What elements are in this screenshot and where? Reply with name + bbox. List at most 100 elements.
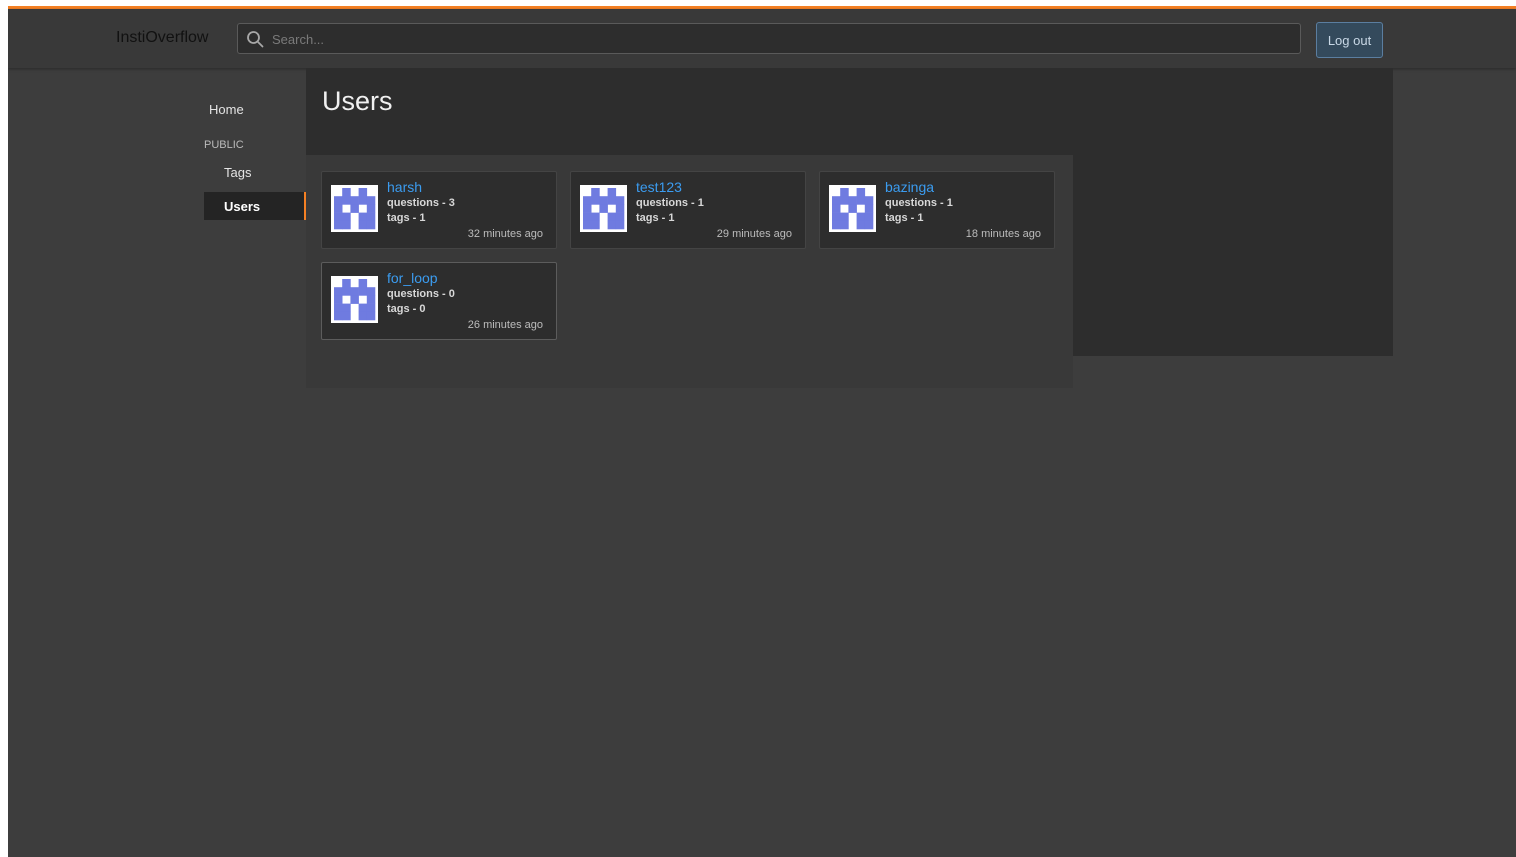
top-navbar: InstiOverflow Log out: [8, 9, 1516, 68]
identicon-cell: [342, 287, 351, 296]
identicon-cell: [342, 212, 351, 222]
identicon-cell: [840, 212, 849, 222]
identicon-cell: [840, 220, 849, 230]
identicon-cell: [358, 220, 368, 230]
identicon-cell: [607, 212, 617, 222]
user-grid: harsh questions - 3 tags - 1 32 minutes …: [306, 155, 1073, 388]
sidebar-item-users[interactable]: Users: [204, 192, 307, 220]
identicon-cell: [832, 204, 841, 213]
identicon-cell: [864, 212, 874, 222]
identicon-cell: [864, 204, 874, 213]
identicon-cell: [358, 303, 368, 313]
identicon-cell: [615, 212, 625, 222]
identicon-icon: [832, 188, 874, 230]
avatar[interactable]: [829, 185, 876, 232]
identicon-cell: [342, 188, 351, 197]
user-name-link[interactable]: harsh: [387, 179, 422, 195]
search-box[interactable]: [237, 23, 1301, 54]
avatar[interactable]: [331, 276, 378, 323]
identicon-cell: [366, 311, 376, 321]
identicon-cell: [615, 196, 625, 205]
search-input[interactable]: [270, 27, 1294, 52]
identicon-cell: [607, 220, 617, 230]
identicon-cell: [615, 220, 625, 230]
identicon-cell: [607, 196, 617, 205]
sidebar-item-tags[interactable]: Tags: [224, 165, 251, 180]
identicon-cell: [840, 188, 849, 197]
identicon-cell: [350, 196, 359, 205]
identicon-cell: [342, 196, 351, 205]
user-questions-count: questions - 1: [885, 197, 953, 209]
identicon-cell: [342, 279, 351, 288]
identicon-cell: [840, 196, 849, 205]
identicon-cell: [334, 212, 343, 222]
user-tags-count: tags - 1: [885, 212, 924, 224]
identicon-cell: [366, 204, 376, 213]
user-tags-count: tags - 0: [387, 303, 426, 315]
identicon-icon: [583, 188, 625, 230]
user-joined-time: 26 minutes ago: [467, 319, 543, 331]
identicon-cell: [591, 220, 600, 230]
user-name-link[interactable]: for_loop: [387, 270, 438, 286]
identicon-cell: [350, 287, 359, 296]
app-logo[interactable]: InstiOverflow: [116, 29, 208, 47]
identicon-cell: [848, 204, 857, 213]
user-card: test123 questions - 1 tags - 1 29 minute…: [570, 171, 806, 249]
identicon-cell: [334, 303, 343, 313]
app-frame: InstiOverflow Log out Home PUBLIC Tags U…: [8, 6, 1516, 857]
identicon-cell: [342, 303, 351, 313]
logout-button[interactable]: Log out: [1316, 22, 1383, 58]
identicon-icon: [334, 188, 376, 230]
user-joined-time: 32 minutes ago: [467, 228, 543, 240]
avatar[interactable]: [331, 185, 378, 232]
user-questions-count: questions - 0: [387, 288, 455, 300]
identicon-cell: [358, 188, 368, 197]
user-name-link[interactable]: test123: [636, 179, 682, 195]
identicon-cell: [342, 311, 351, 321]
user-name-link[interactable]: bazinga: [885, 179, 934, 195]
page-title: Users: [322, 86, 393, 116]
identicon-cell: [591, 212, 600, 222]
identicon-cell: [856, 188, 866, 197]
identicon-cell: [591, 196, 600, 205]
identicon-cell: [832, 196, 841, 205]
identicon-cell: [334, 204, 343, 213]
identicon-cell: [832, 220, 841, 230]
identicon-cell: [856, 212, 866, 222]
sidebar-item-home[interactable]: Home: [209, 102, 244, 117]
identicon-cell: [615, 204, 625, 213]
identicon-cell: [607, 188, 617, 197]
identicon-cell: [583, 196, 592, 205]
identicon-cell: [358, 196, 368, 205]
identicon-cell: [832, 212, 841, 222]
identicon-cell: [334, 196, 343, 205]
identicon-cell: [583, 212, 592, 222]
identicon-cell: [366, 212, 376, 222]
identicon-cell: [334, 220, 343, 230]
identicon-cell: [366, 295, 376, 304]
identicon-cell: [350, 295, 359, 304]
identicon-cell: [864, 220, 874, 230]
user-card: for_loop questions - 0 tags - 0 26 minut…: [321, 262, 557, 340]
sidebar-item-label: Users: [224, 199, 261, 214]
user-tags-count: tags - 1: [636, 212, 675, 224]
identicon-cell: [342, 220, 351, 230]
identicon-cell: [366, 287, 376, 296]
identicon-cell: [366, 196, 376, 205]
identicon-cell: [583, 204, 592, 213]
identicon-cell: [358, 212, 368, 222]
identicon-cell: [599, 196, 608, 205]
avatar[interactable]: [580, 185, 627, 232]
user-card: harsh questions - 3 tags - 1 32 minutes …: [321, 171, 557, 249]
user-questions-count: questions - 1: [636, 197, 704, 209]
identicon-cell: [848, 196, 857, 205]
identicon-cell: [334, 295, 343, 304]
identicon-cell: [856, 196, 866, 205]
identicon-cell: [583, 220, 592, 230]
identicon-cell: [358, 311, 368, 321]
user-tags-count: tags - 1: [387, 212, 426, 224]
identicon-cell: [864, 196, 874, 205]
identicon-cell: [856, 220, 866, 230]
identicon-cell: [334, 287, 343, 296]
search-icon: [247, 31, 264, 48]
